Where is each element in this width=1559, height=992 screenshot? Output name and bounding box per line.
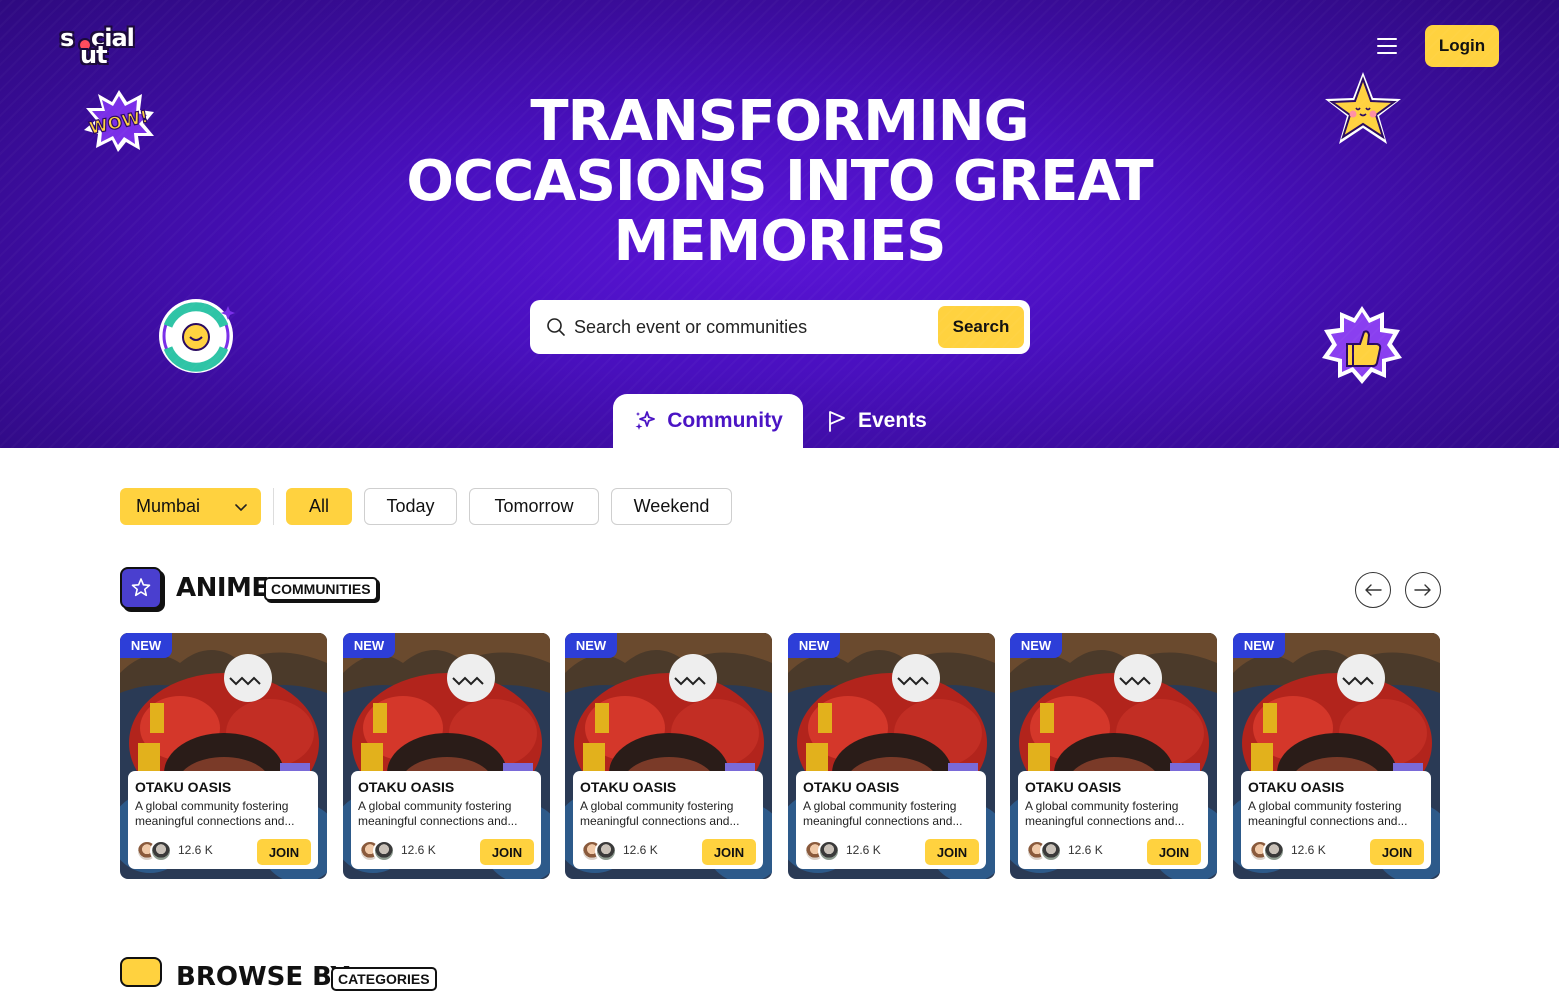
new-badge: NEW [1233,633,1285,658]
card-footer: 12.6 K JOIN [581,839,756,865]
new-badge: NEW [343,633,395,658]
card-title: OTAKU OASIS [803,779,900,795]
hamburger-menu-icon[interactable] [1375,34,1399,58]
join-button[interactable]: JOIN [257,839,311,865]
community-card[interactable]: NEW OTAKU OASIS A global community foste… [120,633,327,879]
card-title: OTAKU OASIS [1025,779,1122,795]
community-card[interactable]: NEW OTAKU OASIS A global community foste… [1010,633,1217,879]
card-title: OTAKU OASIS [580,779,677,795]
card-footer: 12.6 K JOIN [136,839,311,865]
login-button[interactable]: Login [1425,25,1499,67]
community-card[interactable]: NEW OTAKU OASIS A global community foste… [788,633,995,879]
card-description: A global community fostering meaningful … [580,799,740,828]
new-badge: NEW [1010,633,1062,658]
awesome-sticker [159,299,235,373]
city-select[interactable]: Mumbai [120,488,261,525]
community-card[interactable]: NEW OTAKU OASIS A global community foste… [343,633,550,879]
hero-headline: TRANSFORMING OCCASIONS INTO GREAT MEMORI… [300,92,1259,272]
browse-badge: CATEGORIES [331,967,437,991]
carousel-next-button[interactable] [1405,572,1441,608]
member-count: 12.6 K [178,843,213,857]
card-description: A global community fostering meaningful … [358,799,518,828]
community-card[interactable]: NEW OTAKU OASIS A global community foste… [1233,633,1440,879]
join-button[interactable]: JOIN [480,839,534,865]
section-badge: COMMUNITIES [264,577,378,601]
filter-divider [273,488,274,525]
search-input[interactable] [574,310,954,344]
card-description: A global community fostering meaningful … [135,799,295,828]
browse-categories-icon [120,957,162,987]
card-info-panel: OTAKU OASIS A global community fostering… [1018,771,1208,869]
anime-category-icon [120,567,162,609]
search-bar: Search [530,300,1030,354]
member-avatar [1263,840,1285,862]
thumbs-up-sticker [1322,306,1402,384]
star-outline-icon [131,578,151,597]
card-description: A global community fostering meaningful … [1248,799,1408,828]
new-badge: NEW [788,633,840,658]
member-count: 12.6 K [401,843,436,857]
tab-events-label: Events [858,409,927,432]
card-info-panel: OTAKU OASIS A global community fostering… [128,771,318,869]
member-count: 12.6 K [623,843,658,857]
headline-line-1: TRANSFORMING [530,89,1029,154]
star-face-sticker [1325,72,1401,144]
section-title: ANIME [176,573,269,603]
join-button[interactable]: JOIN [925,839,979,865]
card-title: OTAKU OASIS [1248,779,1345,795]
card-footer: 12.6 K JOIN [1249,839,1424,865]
tab-events[interactable]: Events [822,394,942,448]
member-avatar [595,840,617,862]
hero-banner: s cial ut Login WOW! TRANSFORMING OCCASI… [0,0,1559,448]
new-badge: NEW [565,633,617,658]
arrow-right-icon [1414,584,1431,596]
browse-title: BROWSE BY [176,962,350,992]
new-badge: NEW [120,633,172,658]
card-info-panel: OTAKU OASIS A global community fostering… [573,771,763,869]
socialout-logo[interactable]: s cial ut [60,24,142,68]
member-count: 12.6 K [846,843,881,857]
member-avatar [818,840,840,862]
carousel-prev-button[interactable] [1355,572,1391,608]
logo-text-s: s [60,24,74,52]
card-footer: 12.6 K JOIN [1026,839,1201,865]
card-footer: 12.6 K JOIN [804,839,979,865]
join-button[interactable]: JOIN [702,839,756,865]
filter-chip-all[interactable]: All [286,488,352,525]
search-button[interactable]: Search [938,306,1024,348]
logo-text-ut: ut [80,41,108,69]
member-avatar [373,840,395,862]
filter-chip-weekend[interactable]: Weekend [611,488,732,525]
flag-icon [829,411,845,432]
sparkles-icon [635,411,656,430]
card-info-panel: OTAKU OASIS A global community fostering… [1241,771,1431,869]
arrow-left-icon [1365,584,1382,596]
card-info-panel: OTAKU OASIS A global community fostering… [796,771,986,869]
chevron-down-icon [235,504,247,511]
card-title: OTAKU OASIS [358,779,455,795]
card-footer: 12.6 K JOIN [359,839,534,865]
member-avatar [150,840,172,862]
headline-line-2: OCCASIONS INTO GREAT [406,149,1153,214]
join-button[interactable]: JOIN [1370,839,1424,865]
member-avatar [1040,840,1062,862]
search-icon [547,318,565,336]
headline-line-3: MEMORIES [613,209,947,274]
filter-chip-today[interactable]: Today [364,488,457,525]
member-count: 12.6 K [1068,843,1103,857]
member-count: 12.6 K [1291,843,1326,857]
card-info-panel: OTAKU OASIS A global community fostering… [351,771,541,869]
city-select-value: Mumbai [136,496,201,516]
tab-community-label: Community [667,409,783,432]
card-description: A global community fostering meaningful … [803,799,963,828]
wow-sticker: WOW! [84,90,154,152]
community-card[interactable]: NEW OTAKU OASIS A global community foste… [565,633,772,879]
filter-chip-tomorrow[interactable]: Tomorrow [469,488,599,525]
join-button[interactable]: JOIN [1147,839,1201,865]
tab-community[interactable]: Community [613,394,803,448]
card-description: A global community fostering meaningful … [1025,799,1185,828]
card-title: OTAKU OASIS [135,779,232,795]
